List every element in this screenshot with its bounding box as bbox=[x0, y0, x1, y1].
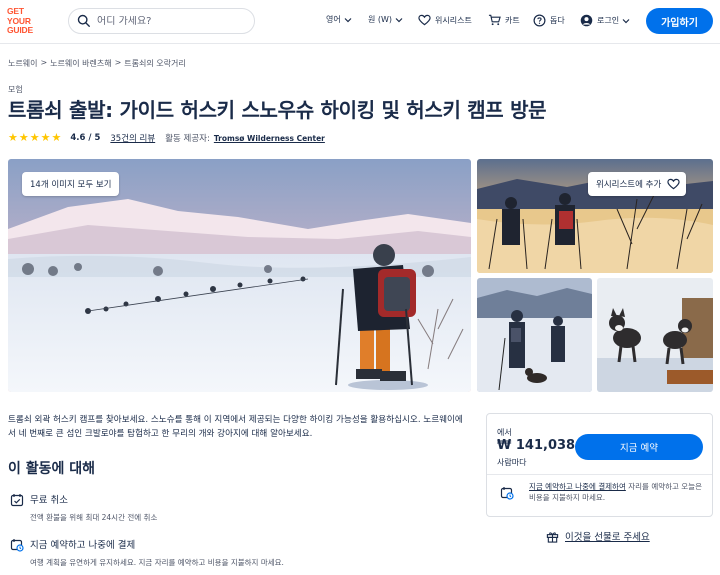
provider-label: 활동 제공자: bbox=[165, 134, 210, 144]
book-now-button[interactable]: 지금 예약 bbox=[575, 434, 703, 460]
help-link[interactable]: 돕다 bbox=[533, 14, 565, 27]
signup-button[interactable]: 가입하기 bbox=[646, 8, 713, 34]
feature-subtitle: 여행 계획을 유연하게 유지하세요. 지금 자리를 예약하고 비용을 지불하지 … bbox=[30, 558, 284, 567]
provider-link[interactable]: Tromsø Wilderness Center bbox=[214, 134, 325, 143]
site-header: GET YOUR GUIDE 영어 원 (W) 위시리스트 카트 돕다 로그인 … bbox=[0, 0, 720, 44]
cart-icon bbox=[488, 14, 501, 26]
feature-title: 지금 예약하고 나중에 결제 bbox=[30, 540, 136, 551]
page-title: 트롬쇠 출발: 가이드 허스키 스노우슈 하이킹 및 허스키 캠프 방문 bbox=[8, 98, 547, 122]
booking-card: 에서 ₩ 141,038 사람마다 지금 예약 지금 예약하고 나중에 결제하여… bbox=[486, 413, 713, 517]
gallery-photo-3[interactable] bbox=[477, 278, 592, 392]
star-icon: ★ bbox=[40, 131, 51, 144]
reviews-link[interactable]: 35건의 리뷰 bbox=[110, 132, 155, 144]
breadcrumb-item-barents[interactable]: 노르웨이 바렌츠해 bbox=[50, 58, 111, 69]
price-per-person: 사람마다 bbox=[497, 458, 527, 467]
add-to-wishlist-button[interactable]: 위시리스트에 추가 bbox=[588, 172, 687, 196]
currency-selector[interactable]: 원 (W) bbox=[368, 14, 403, 25]
gift-icon bbox=[546, 531, 559, 543]
calendar-clock-icon bbox=[500, 487, 514, 500]
star-icon: ★ bbox=[18, 131, 29, 144]
login-menu[interactable]: 로그인 bbox=[580, 14, 630, 27]
logo-line-3: GUIDE bbox=[7, 25, 33, 35]
search-box[interactable] bbox=[68, 8, 255, 34]
price-from-label: 에서 bbox=[497, 428, 512, 437]
chevron-down-icon bbox=[622, 18, 630, 23]
gift-link[interactable]: 이것을 선물로 주세요 bbox=[546, 529, 650, 543]
card-divider bbox=[487, 474, 712, 475]
login-label: 로그인 bbox=[597, 16, 620, 25]
view-all-photos-button[interactable]: 14개 이미지 모두 보기 bbox=[22, 172, 120, 196]
calendar-check-icon bbox=[10, 494, 24, 507]
calendar-clock-icon bbox=[10, 539, 24, 552]
husky-dogs-photo bbox=[597, 278, 713, 392]
help-label: 돕다 bbox=[550, 16, 565, 25]
reserve-now-pay-later-link[interactable]: 지금 예약하고 나중에 결제하여 bbox=[529, 482, 626, 491]
feature-free-cancellation: 무료 취소 전액 환불을 위해 최대 24시간 전에 취소 bbox=[10, 492, 157, 522]
wishlist-label: 위시리스트 bbox=[435, 15, 472, 25]
currency-label: 원 (W) bbox=[368, 15, 393, 24]
cart-label: 카트 bbox=[505, 15, 520, 25]
gallery-photo-4[interactable] bbox=[597, 278, 713, 392]
breadcrumb-item-tromso[interactable]: 트롬쇠의 오락거리 bbox=[124, 58, 185, 69]
search-icon bbox=[77, 14, 90, 27]
cart-link[interactable]: 카트 bbox=[488, 14, 520, 26]
breadcrumb-separator: > bbox=[40, 58, 48, 67]
language-label: 영어 bbox=[326, 15, 341, 24]
rating-stars: ★ ★ ★ ★ ★ bbox=[8, 131, 62, 144]
star-icon: ★ bbox=[51, 131, 62, 144]
breadcrumb-item-norway[interactable]: 노르웨이 bbox=[8, 58, 37, 69]
rating-row: ★ ★ ★ ★ ★ 4.6 / 5 35건의 리뷰 활동 제공자: Tromsø… bbox=[8, 132, 325, 144]
hikers-with-dog-photo bbox=[477, 278, 592, 392]
chevron-down-icon bbox=[395, 17, 403, 22]
breadcrumb: 노르웨이 > 노르웨이 바렌츠해 > 트롬쇠의 오락거리 bbox=[8, 58, 186, 69]
activity-description: 트롬쇠 외곽 허스키 캠프를 찾아보세요. 스노슈를 통해 이 지역에서 제공되… bbox=[8, 415, 463, 439]
star-icon: ★ bbox=[29, 131, 40, 144]
getyourguide-logo[interactable]: GET YOUR GUIDE bbox=[7, 6, 43, 37]
feature-subtitle: 전액 환불을 위해 최대 24시간 전에 취소 bbox=[30, 513, 158, 522]
about-activity-title: 이 활동에 대해 bbox=[8, 461, 96, 477]
feature-title: 무료 취소 bbox=[30, 495, 68, 506]
reserve-now-pay-later-info: 지금 예약하고 나중에 결제하여 자리를 예약하고 오늘은 비용을 지불하지 마… bbox=[529, 481, 704, 503]
chevron-down-icon bbox=[344, 17, 352, 22]
help-icon bbox=[533, 14, 546, 27]
search-input[interactable] bbox=[97, 15, 237, 27]
heart-icon bbox=[667, 178, 680, 190]
rating-value: 4.6 / 5 bbox=[70, 133, 101, 143]
star-icon: ★ bbox=[8, 131, 18, 144]
gift-label: 이것을 선물로 주세요 bbox=[565, 532, 650, 543]
heart-icon bbox=[418, 14, 431, 26]
language-selector[interactable]: 영어 bbox=[326, 14, 352, 25]
add-to-wishlist-label: 위시리스트에 추가 bbox=[596, 180, 662, 190]
user-icon bbox=[580, 14, 593, 27]
breadcrumb-separator: > bbox=[114, 58, 122, 67]
price-value: ₩ 141,038 bbox=[497, 438, 576, 453]
wishlist-link[interactable]: 위시리스트 bbox=[418, 14, 472, 26]
feature-reserve-now-pay-later: 지금 예약하고 나중에 결제 여행 계획을 유연하게 유지하세요. 지금 자리를… bbox=[10, 537, 284, 567]
